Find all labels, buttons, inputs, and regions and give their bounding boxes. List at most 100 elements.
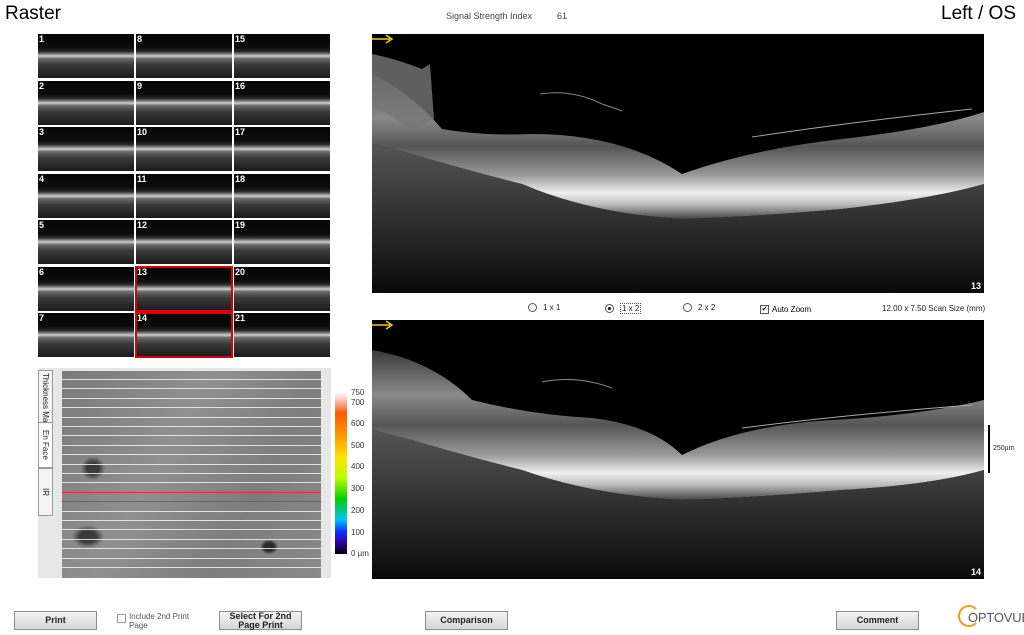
thumbnail-18[interactable]: 18 — [234, 173, 330, 218]
enface-image[interactable] — [62, 371, 321, 578]
thumbnail-1[interactable]: 1 — [38, 34, 134, 78]
scale-tick-label: 100 — [351, 528, 365, 537]
thumbnail-2[interactable]: 2 — [38, 80, 134, 125]
enface-panel: Thickness Map En Face IR — [38, 368, 331, 578]
scan-line — [62, 426, 321, 427]
thumbnail-number: 17 — [235, 127, 246, 137]
layout-label-1x2: 1 x 2 — [620, 303, 642, 314]
thumbnail-number: 4 — [39, 173, 45, 184]
thumbnail-9[interactable]: 9 — [136, 80, 232, 125]
thumbnail-21[interactable]: 21 — [234, 313, 330, 357]
thumbnail-grid: 1 2 3 4 5 6 7 8 9 10 11 12 13 14 15 16 17 18 19 20 21 — [38, 34, 331, 358]
thumbnail-19[interactable]: 19 — [234, 220, 330, 264]
thumbnail-number: 18 — [235, 173, 246, 184]
thumbnail-3[interactable]: 3 — [38, 127, 134, 171]
scan-line — [62, 407, 321, 409]
thumbnail-17[interactable]: 17 — [234, 127, 330, 171]
thumbnail-11[interactable]: 11 — [136, 173, 232, 218]
comment-button[interactable]: Comment — [836, 611, 919, 630]
layout-radio-1x1[interactable]: 1 x 1 — [528, 303, 560, 312]
thumbnail-number: 13 — [137, 266, 148, 277]
thumbnail-14[interactable]: 14 — [135, 312, 233, 358]
thumbnail-number: 9 — [137, 80, 143, 91]
scan-line — [62, 501, 321, 503]
thumbnail-number: 3 — [39, 127, 45, 137]
thumbnail-number: 12 — [137, 220, 148, 230]
thumbnail-6[interactable]: 6 — [38, 266, 134, 311]
scan-number-bottom: 14 — [970, 567, 981, 577]
page-title: Raster — [5, 3, 61, 24]
scale-tick-label: 700 — [351, 398, 365, 407]
bscan-bottom[interactable]: 14 — [372, 320, 984, 579]
checkbox-icon: ✔ — [760, 305, 769, 314]
scan-line — [62, 463, 321, 465]
arrow-right-icon — [372, 320, 394, 330]
scan-line — [62, 538, 321, 540]
layout-label-1x1: 1 x 1 — [543, 303, 561, 312]
scale-bar-label: 250µm — [993, 445, 1015, 452]
thumbnail-number: 8 — [137, 34, 143, 44]
include-2nd-page-label: Include 2nd Print Page — [129, 612, 190, 630]
scan-line — [62, 379, 321, 380]
thumbnail-13[interactable]: 13 — [135, 265, 233, 312]
thumbnail-number: 16 — [235, 80, 246, 91]
thumbnail-number: 10 — [137, 127, 148, 137]
scan-line — [62, 473, 321, 474]
thumbnail-7[interactable]: 7 — [38, 313, 134, 357]
optovue-logo: OPTOVUE — [958, 605, 1024, 631]
scan-line — [62, 548, 321, 550]
scale-bar — [988, 425, 990, 473]
layout-label-2x2: 2 x 2 — [698, 303, 716, 312]
scan-line — [62, 388, 321, 390]
scale-tick-label: 200 — [351, 506, 365, 515]
scale-tick-label: 500 — [351, 441, 365, 450]
scale-tick-label: 0 µm — [351, 549, 369, 558]
thumbnail-number: 5 — [39, 220, 45, 230]
checkbox-icon — [117, 614, 126, 623]
thumbnail-number: 7 — [39, 313, 45, 323]
ssi-value: 61 — [557, 11, 568, 21]
layout-radio-2x2[interactable]: 2 x 2 — [683, 303, 715, 312]
bscan-top[interactable]: 13 — [372, 34, 984, 293]
scan-line — [62, 416, 321, 418]
scan-line — [62, 444, 321, 446]
thumbnail-number: 1 — [39, 34, 45, 44]
thumbnail-10[interactable]: 10 — [136, 127, 232, 171]
eye-label: Left / OS — [941, 3, 1016, 24]
thumbnail-4[interactable]: 4 — [38, 173, 134, 218]
scale-tick-label: 750 — [351, 388, 365, 397]
thumbnail-number: 20 — [235, 266, 246, 277]
arrow-right-icon — [372, 34, 394, 44]
scale-tick-label: 300 — [351, 484, 365, 493]
scale-tick-label: 400 — [351, 462, 365, 471]
thumbnail-20[interactable]: 20 — [234, 266, 330, 311]
select-2nd-page-button[interactable]: Select For 2nd Page Print — [219, 611, 302, 630]
scan-line — [62, 557, 321, 559]
comparison-button[interactable]: Comparison — [425, 611, 508, 630]
tab-en-face[interactable]: En Face — [38, 422, 53, 468]
tab-thickness-map[interactable]: Thickness Map — [38, 370, 53, 430]
ssi-label: Signal Strength Index — [446, 11, 533, 21]
scan-line — [62, 520, 321, 521]
auto-zoom-checkbox[interactable]: ✔ Auto Zoom — [760, 305, 811, 314]
scan-number-top: 13 — [970, 281, 981, 291]
thumbnail-15[interactable]: 15 — [234, 34, 330, 78]
scan-line — [62, 435, 321, 437]
thumbnail-16[interactable]: 16 — [234, 80, 330, 125]
print-button[interactable]: Print — [14, 611, 97, 630]
scan-line — [62, 491, 321, 493]
include-2nd-page-checkbox[interactable]: Include 2nd Print Page — [117, 612, 209, 630]
layout-radio-1x2[interactable]: 1 x 2 — [605, 303, 642, 314]
scan-line — [62, 454, 321, 456]
thumbnail-number: 2 — [39, 80, 45, 91]
thumbnail-5[interactable]: 5 — [38, 220, 134, 264]
bscan-bottom-image — [372, 350, 984, 579]
scale-tick-label: 600 — [351, 419, 365, 428]
thumbnail-8[interactable]: 8 — [136, 34, 232, 78]
tab-ir[interactable]: IR — [38, 468, 53, 516]
thumbnail-number: 11 — [137, 173, 147, 184]
thumbnail-12[interactable]: 12 — [136, 220, 232, 264]
scan-line — [62, 529, 321, 531]
thumbnail-number: 19 — [235, 220, 246, 230]
scan-size-label: 12.00 x 7.50 Scan Size (mm) — [882, 304, 986, 313]
